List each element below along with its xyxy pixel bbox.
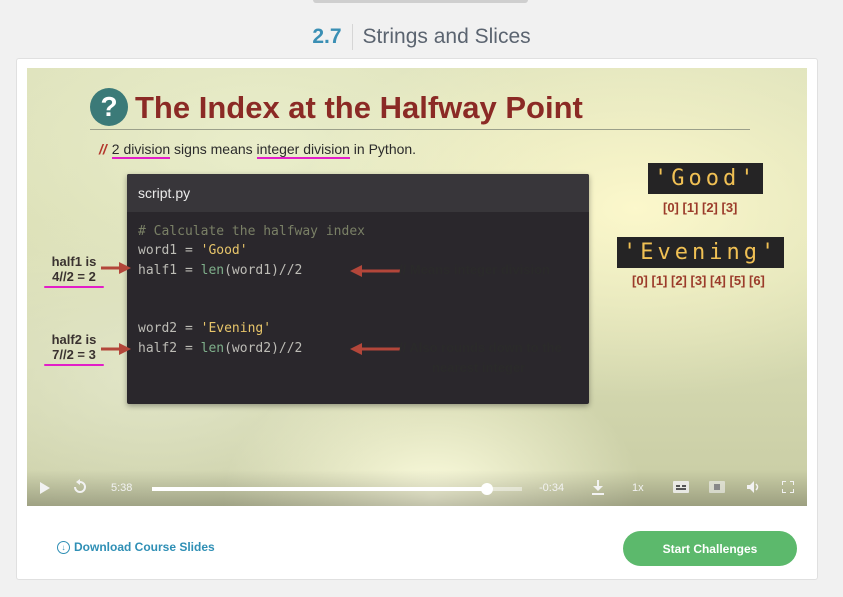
- download-slides-label: Download Course Slides: [74, 540, 215, 554]
- code-string: 'Good': [200, 243, 248, 258]
- code-token: half1 =: [138, 263, 201, 278]
- replay-icon[interactable]: [72, 479, 88, 495]
- word-good-box: 'Good': [648, 163, 764, 194]
- half1-value: 4//2 = 2: [52, 269, 96, 284]
- callout2-arrow-icon: [350, 343, 400, 355]
- callout2-line1: // Also rounds down to the: [399, 340, 562, 355]
- lesson-number: 2.7: [312, 25, 342, 48]
- half2-annotation: half2 is 7//2 = 3: [44, 332, 104, 366]
- captions-icon[interactable]: [673, 481, 689, 493]
- code-token: word2 =: [138, 321, 201, 336]
- code-token: half2 =: [138, 341, 201, 356]
- word-evening-box: 'Evening': [617, 237, 785, 268]
- seek-handle[interactable]: [480, 483, 493, 495]
- callout-rounds-down: // Also rounds down to the nearest integ…: [399, 338, 562, 378]
- lesson-title: Strings and Slices: [362, 25, 531, 48]
- settings-icon[interactable]: [709, 481, 725, 493]
- seek-bar-progress: [152, 487, 487, 491]
- note-text: signs means: [170, 141, 257, 157]
- half2-underline: [44, 364, 104, 366]
- elapsed-time: 5:38: [111, 482, 133, 494]
- slide-title: The Index at the Halfway Point: [135, 90, 583, 125]
- code-panel-header: script.py: [127, 174, 589, 212]
- start-challenges-button[interactable]: Start Challenges: [623, 531, 797, 566]
- title-divider: [90, 129, 750, 130]
- download-icon[interactable]: [591, 479, 605, 495]
- remaining-time: -0:34: [539, 482, 565, 494]
- code-token: word1 =: [138, 243, 201, 258]
- half2-arrow-icon: [101, 343, 131, 355]
- slide-note: //2 division signs means integer divisio…: [99, 141, 417, 159]
- note-highlight-integer: integer division: [256, 141, 350, 159]
- play-icon[interactable]: [39, 481, 51, 495]
- fullscreen-icon[interactable]: [782, 481, 794, 493]
- half2-label: half2 is: [51, 332, 97, 347]
- code-function: len: [200, 263, 225, 278]
- code-filename: script.py: [138, 185, 191, 201]
- callout2-line2: nearest integer: [432, 360, 526, 375]
- code-function: len: [200, 341, 225, 356]
- code-line-half2: half2 = len(word2)//2: [138, 341, 302, 356]
- code-line-word2: word2 = 'Evening': [138, 321, 271, 336]
- player-controls: 5:38 -0:34 1x: [27, 470, 807, 506]
- half1-arrow-icon: [101, 262, 131, 274]
- top-tab-indicator: [313, 0, 528, 3]
- half1-underline: [44, 286, 104, 288]
- seek-bar[interactable]: [152, 487, 522, 491]
- note-text-end: in Python.: [349, 141, 417, 157]
- word-good-indices: [0] [1] [2] [3]: [663, 200, 738, 215]
- video-player[interactable]: ? The Index at the Halfway Point //2 div…: [27, 68, 807, 506]
- download-slides-link[interactable]: ↓ Download Course Slides: [57, 540, 215, 554]
- note-slashes: //: [99, 141, 107, 157]
- half2-value: 7//2 = 3: [52, 347, 96, 362]
- lesson-header: 2.7 Strings and Slices: [0, 22, 843, 52]
- half1-label: half1 is: [51, 254, 97, 269]
- code-token: (word1)//2: [224, 263, 303, 278]
- code-line-word1: word1 = 'Good': [138, 243, 248, 258]
- callout1-arrow-icon: [350, 265, 400, 277]
- code-string: 'Evening': [200, 321, 272, 336]
- note-highlight-division: 2 division: [111, 141, 171, 159]
- callout-integer-division: // Means integer division: [399, 262, 550, 277]
- help-question-icon: ?: [90, 88, 128, 126]
- half1-annotation: half1 is 4//2 = 2: [44, 254, 104, 288]
- code-token: (word2)//2: [224, 341, 303, 356]
- download-circle-icon: ↓: [57, 540, 70, 554]
- code-comment: # Calculate the halfway index: [138, 224, 365, 239]
- code-line-half1: half1 = len(word1)//2: [138, 263, 302, 278]
- playback-speed[interactable]: 1x: [632, 482, 644, 494]
- volume-icon[interactable]: [746, 480, 760, 494]
- word-evening-indices: [0] [1] [2] [3] [4] [5] [6]: [632, 273, 765, 288]
